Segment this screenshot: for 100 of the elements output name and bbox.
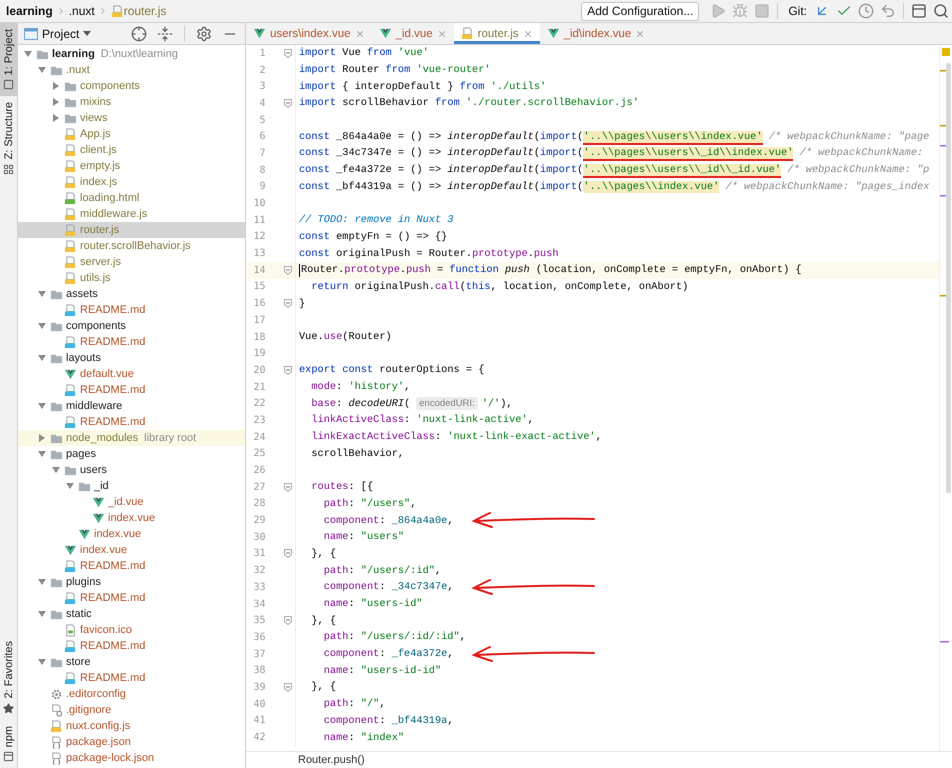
collapsed-arrow-icon[interactable] (51, 97, 61, 107)
tree-item[interactable]: plugins (18, 574, 245, 590)
expanded-arrow-icon[interactable] (37, 577, 47, 587)
tree-item[interactable]: store (18, 654, 245, 670)
editor-tab[interactable]: users\index.vue (246, 23, 372, 44)
editor-tab[interactable]: _id.vue (372, 23, 454, 44)
breadcrumb-item[interactable]: learning (6, 4, 53, 18)
file-name: .gitignore (66, 704, 112, 716)
fold-icon[interactable] (284, 98, 292, 108)
fold-icon[interactable] (284, 48, 292, 58)
tree-item[interactable]: default.vue (18, 366, 245, 382)
expanded-arrow-icon[interactable] (37, 321, 47, 331)
tree-item[interactable]: index.vue (18, 542, 245, 558)
tree-item[interactable]: nuxt.config.js (18, 718, 245, 734)
tree-item[interactable]: loading.html (18, 190, 245, 206)
tree-item[interactable]: router.scrollBehavior.js (18, 238, 245, 254)
tree-item[interactable]: middleware (18, 398, 245, 414)
tree-item[interactable]: views (18, 110, 245, 126)
tree-item[interactable]: index.vue (18, 526, 245, 542)
fold-icon[interactable] (284, 682, 292, 692)
expanded-arrow-icon[interactable] (37, 401, 47, 411)
tree-item[interactable]: index.js (18, 174, 245, 190)
expanded-arrow-icon[interactable] (37, 449, 47, 459)
tool-window-tab[interactable]: Z: Structure (0, 96, 17, 181)
tree-item[interactable]: utils.js (18, 270, 245, 286)
close-icon[interactable] (436, 28, 447, 38)
panel-title[interactable]: Project (42, 26, 80, 40)
fold-icon[interactable] (284, 266, 292, 275)
tree-item[interactable]: package-lock.json (18, 750, 245, 766)
breadcrumb-item[interactable]: router.js (124, 4, 166, 18)
tool-window-tab[interactable]: npm (0, 720, 17, 768)
tree-item[interactable]: learning D:\nuxt\learning (18, 46, 245, 62)
tool-window-tab[interactable]: 2: Favorites (0, 635, 17, 720)
tree-item[interactable]: _id.vue (18, 494, 245, 510)
tree-item[interactable]: mixins (18, 94, 245, 110)
close-icon[interactable] (522, 28, 533, 38)
tree-item[interactable]: layouts (18, 350, 245, 366)
expanded-arrow-icon[interactable] (23, 49, 33, 59)
tree-item[interactable]: assets (18, 286, 245, 302)
settings-icon[interactable] (196, 26, 212, 42)
expanded-arrow-icon[interactable] (37, 609, 47, 619)
expanded-arrow-icon[interactable] (51, 465, 61, 475)
tree-item[interactable]: components (18, 78, 245, 94)
tree-item[interactable]: .gitignore (18, 702, 245, 718)
breadcrumb-item[interactable]: .nuxt (68, 4, 95, 18)
tree-item[interactable]: favicon.ico (18, 622, 245, 638)
tree-item[interactable]: README.md (18, 302, 245, 318)
tree-item[interactable]: static (18, 606, 245, 622)
fold-icon[interactable] (284, 482, 292, 492)
close-icon[interactable] (635, 28, 646, 38)
expanded-arrow-icon[interactable] (37, 65, 47, 75)
code-breadcrumb[interactable]: Router.push() (298, 754, 365, 766)
fold-icon[interactable] (284, 549, 292, 558)
tree-item[interactable]: components (18, 318, 245, 334)
add-configuration-button[interactable]: Add Configuration... (581, 2, 700, 20)
tree-item[interactable]: users (18, 462, 245, 478)
tool-window-tab[interactable]: 1: Project (0, 23, 17, 96)
bug-icon[interactable] (732, 3, 748, 19)
search-icon[interactable] (933, 3, 949, 19)
close-icon[interactable] (354, 28, 365, 38)
stop-icon[interactable] (754, 3, 770, 19)
tree-item[interactable]: README.md (18, 558, 245, 574)
tree-item[interactable]: App.js (18, 126, 245, 142)
expanded-arrow-icon[interactable] (37, 657, 47, 667)
tree-item[interactable]: README.md (18, 638, 245, 654)
tree-item[interactable]: .nuxt (18, 62, 245, 78)
tree-item[interactable]: README.md (18, 334, 245, 350)
dropdown-caret-icon[interactable] (83, 30, 92, 36)
tree-item[interactable]: README.md (18, 590, 245, 606)
tree-item[interactable]: README.md (18, 382, 245, 398)
play-icon[interactable] (710, 3, 726, 19)
clock-icon[interactable] (858, 3, 874, 19)
fold-icon[interactable] (284, 299, 292, 308)
tree-item[interactable]: empty.js (18, 158, 245, 174)
tree-item[interactable]: README.md (18, 414, 245, 430)
collapse-icon[interactable] (157, 26, 173, 42)
undo-icon[interactable] (880, 3, 896, 19)
tree-item[interactable]: index.vue (18, 510, 245, 526)
tree-item[interactable]: server.js (18, 254, 245, 270)
tree-item[interactable]: node_modules library root (18, 430, 245, 446)
collapsed-arrow-icon[interactable] (51, 81, 61, 91)
fold-icon[interactable] (284, 616, 292, 626)
expanded-arrow-icon[interactable] (65, 481, 75, 491)
tree-item[interactable]: middleware.js (18, 206, 245, 222)
tree-item[interactable]: package.json (18, 734, 245, 750)
tree-item[interactable]: README.md (18, 670, 245, 686)
tree-item[interactable]: .editorconfig (18, 686, 245, 702)
tree-item[interactable]: _id (18, 478, 245, 494)
collapsed-arrow-icon[interactable] (51, 113, 61, 123)
editor-tab[interactable]: router.js (454, 23, 540, 44)
editor-tab[interactable]: _id\index.vue (540, 23, 652, 44)
expanded-arrow-icon[interactable] (37, 353, 47, 363)
window-icon[interactable] (911, 3, 927, 19)
expanded-arrow-icon[interactable] (37, 289, 47, 299)
tree-item[interactable]: router.js (18, 222, 245, 238)
collapsed-arrow-icon[interactable] (37, 433, 47, 443)
fold-icon[interactable] (284, 366, 292, 375)
crosshair-icon[interactable] (131, 26, 147, 42)
tree-item[interactable]: client.js (18, 142, 245, 158)
tree-item[interactable]: pages (18, 446, 245, 462)
